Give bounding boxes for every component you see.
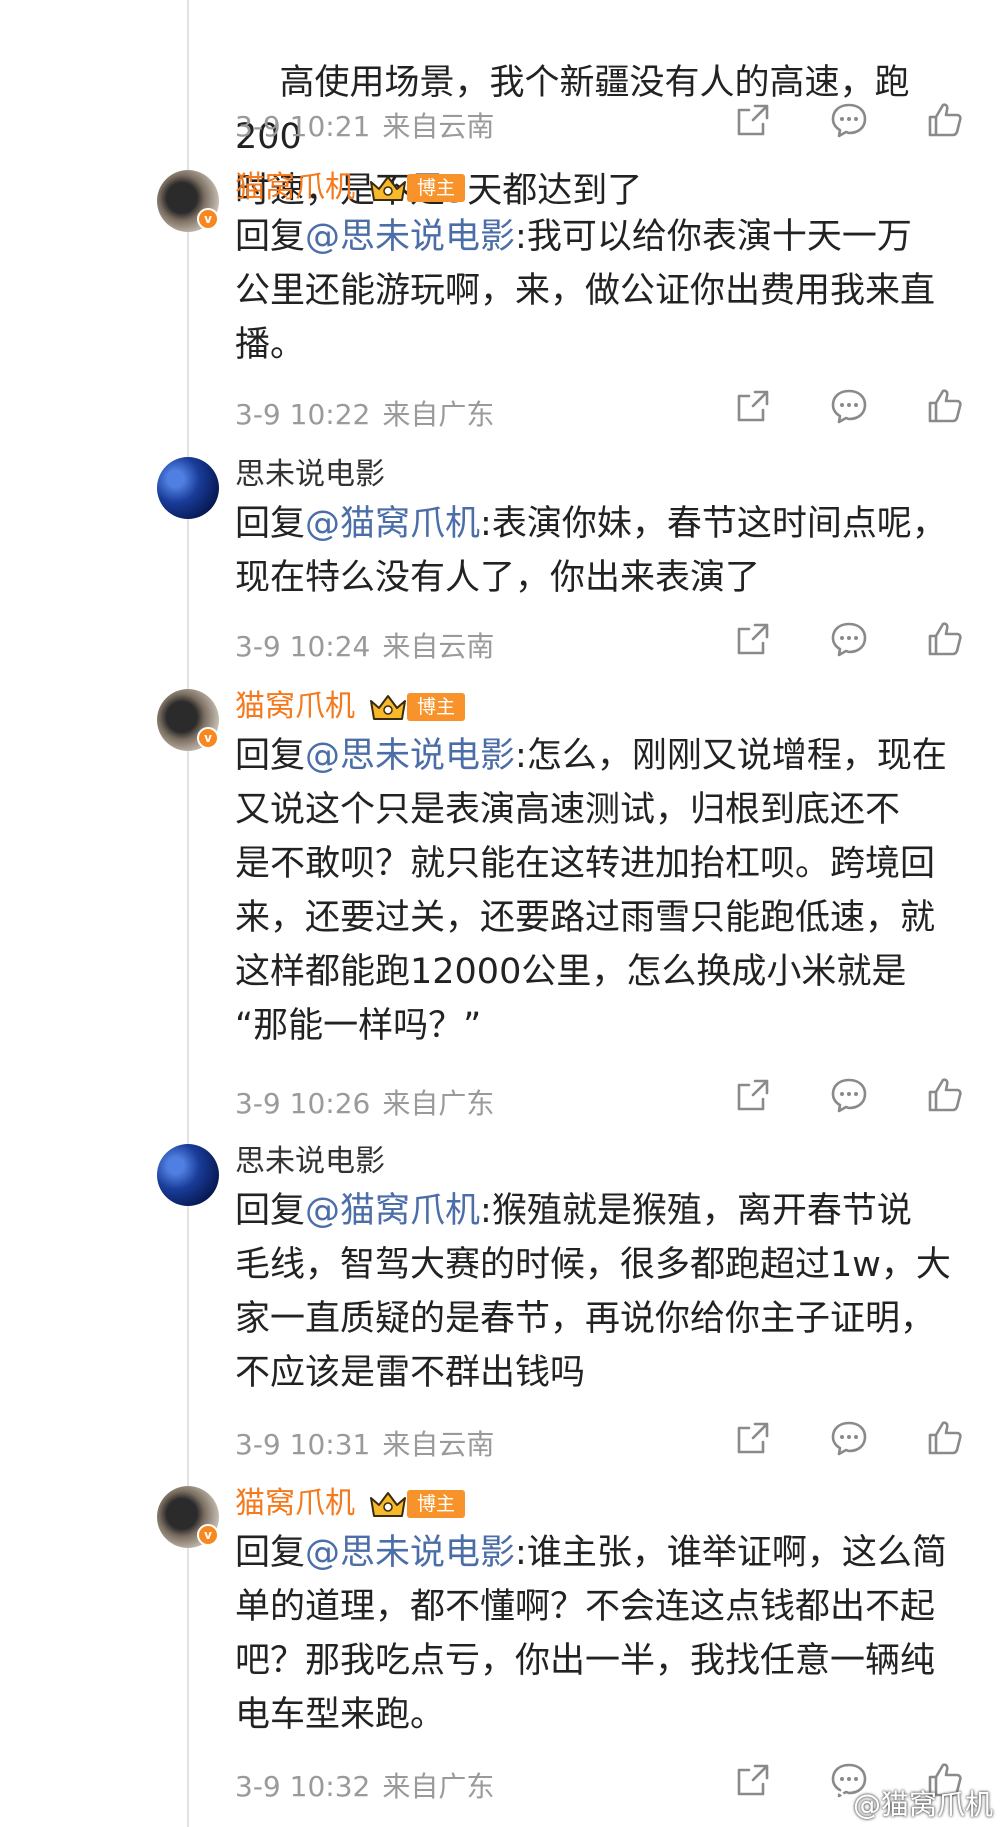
username[interactable]: 猫窝爪机 [235,687,355,727]
verified-badge-icon: v [197,208,219,230]
comment-icon[interactable] [829,619,869,659]
like-icon[interactable] [925,386,965,426]
comment-header: 猫窝爪机 博主 [235,687,466,727]
thread-line [187,0,189,1827]
comment-time: 3-9 10:21 [235,110,371,143]
verified-badge-icon: v [197,727,219,749]
comment-location: 来自广东 [382,1770,495,1803]
comment-actions [733,100,973,144]
reply-prefix: 回复 [235,1533,306,1573]
comment-header: 思未说电影 [235,1142,385,1182]
comment-content: 回复@思未说电影:谁主张，谁举证啊，这么简 单的道理，都不懂啊？不会连这点钱都出… [235,1526,975,1742]
comment-meta: 3-9 10:32 来自广东 [235,1767,494,1807]
like-icon[interactable] [925,619,965,659]
blogger-badge: 博主 [407,1490,466,1518]
reply-prefix: 回复 [235,217,306,257]
comment-content: 回复@思未说电影:我可以给你表演十天一万 公里还能游玩啊，来，做公证你出费用我来… [235,210,975,372]
share-icon[interactable] [733,386,773,426]
comment-header: 猫窝爪机 博主 [235,1484,466,1524]
comment-actions [733,1418,973,1462]
comment-icon[interactable] [829,1075,869,1115]
comment-location: 来自云南 [382,110,495,143]
comment-location: 来自云南 [382,630,495,663]
comment-header: 猫窝爪机 博主 [235,168,466,208]
avatar[interactable] [157,457,219,519]
like-icon[interactable] [925,100,965,140]
comment-time: 3-9 10:22 [235,398,371,431]
share-icon[interactable] [733,1760,773,1800]
blogger-badge: 博主 [407,693,466,721]
mention-link[interactable]: @思未说电影 [305,1533,515,1573]
weibo-logo-icon [813,1788,847,1818]
share-icon[interactable] [733,1075,773,1115]
comment-text: :怎么，刚刚又说增程，现在 又说这个只是表演高速测试，归根到底还不 是不敢呗？就… [235,736,947,1046]
comment-location: 来自广东 [382,1087,495,1120]
comment-icon[interactable] [829,386,869,426]
comment-time: 3-9 10:26 [235,1087,371,1120]
comment-icon[interactable] [829,100,869,140]
mention-link[interactable]: @思未说电影 [305,736,515,776]
mention-link[interactable]: @思未说电影 [305,217,515,257]
crown-icon [367,1488,409,1520]
comment-meta: 3-9 10:21 来自云南 [235,107,494,147]
verified-badge-icon: v [197,1524,219,1546]
blogger-badge: 博主 [407,174,466,202]
comment-actions [733,1075,973,1119]
comment-time: 3-9 10:32 [235,1770,371,1803]
comment-icon[interactable] [829,1418,869,1458]
crown-icon [367,691,409,723]
username[interactable]: 思未说电影 [235,455,385,495]
watermark-text: @猫窝爪机 [852,1788,993,1821]
comment-meta: 3-9 10:31 来自云南 [235,1425,494,1465]
comment-actions [733,619,973,663]
reply-prefix: 回复 [235,1191,306,1231]
reply-prefix: 回复 [235,736,306,776]
share-icon[interactable] [733,619,773,659]
comment-time: 3-9 10:24 [235,630,371,663]
mention-link[interactable]: @猫窝爪机 [305,1191,480,1231]
username[interactable]: 猫窝爪机 [235,168,355,208]
comment-content: 回复@思未说电影:怎么，刚刚又说增程，现在 又说这个只是表演高速测试，归根到底还… [235,729,975,1053]
username[interactable]: 思未说电影 [235,1142,385,1182]
username[interactable]: 猫窝爪机 [235,1484,355,1524]
share-icon[interactable] [733,100,773,140]
comment-header: 思未说电影 [235,455,385,495]
like-icon[interactable] [925,1075,965,1115]
comment-meta: 3-9 10:24 来自云南 [235,627,494,667]
reply-prefix: 回复 [235,504,306,544]
avatar[interactable] [157,1144,219,1206]
comment-location: 来自广东 [382,398,495,431]
comment-location: 来自云南 [382,1428,495,1461]
comment-content: 回复@猫窝爪机:表演你妹，春节这时间点呢， 现在特么没有人了，你出来表演了 [235,497,975,605]
comment-time: 3-9 10:31 [235,1428,371,1461]
comment-meta: 3-9 10:26 来自广东 [235,1084,494,1124]
comment-actions [733,386,973,430]
crown-icon [367,172,409,204]
share-icon[interactable] [733,1418,773,1458]
comment-content: 回复@猫窝爪机:猴殖就是猴殖，离开春节说 毛线，智驾大赛的时候，很多都跑超过1w… [235,1184,975,1400]
watermark: @猫窝爪机 [813,1783,993,1823]
mention-link[interactable]: @猫窝爪机 [305,504,480,544]
comment-meta: 3-9 10:22 来自广东 [235,395,494,435]
like-icon[interactable] [925,1418,965,1458]
